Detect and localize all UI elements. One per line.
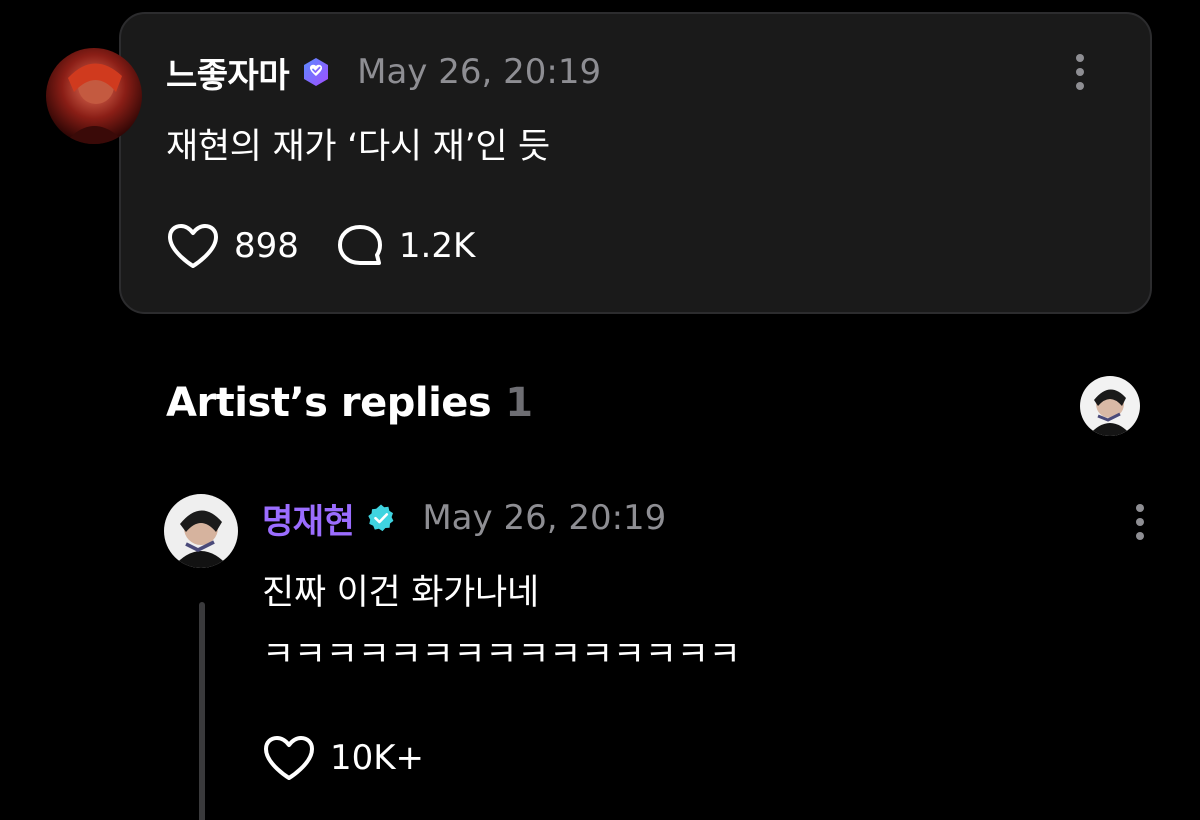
reply-author-avatar[interactable] bbox=[164, 494, 238, 568]
artist-replies-avatar[interactable] bbox=[1080, 376, 1140, 436]
comment-bubble-icon bbox=[337, 225, 382, 265]
artist-replies-title: Artist’s replies bbox=[166, 380, 492, 426]
heart-icon bbox=[168, 224, 218, 268]
reply-thread-line bbox=[199, 602, 205, 820]
reply-text-line-2: ㅋㅋㅋㅋㅋㅋㅋㅋㅋㅋㅋㅋㅋㅋㅋ bbox=[262, 635, 741, 675]
post-username[interactable]: 느좋자마 bbox=[166, 48, 290, 97]
reply-like-button[interactable]: 10K+ bbox=[262, 734, 424, 782]
post-actions: 898 1.2K bbox=[166, 222, 511, 270]
artist-replies-count: 1 bbox=[505, 380, 533, 426]
post-text: 재현의 재가 ‘다시 재’인 듯 bbox=[166, 127, 550, 167]
reply-actions: 10K+ bbox=[262, 734, 460, 782]
reply-like-count: 10K+ bbox=[330, 738, 425, 778]
post-timestamp: May 26, 20:19 bbox=[357, 52, 602, 92]
reply-timestamp: May 26, 20:19 bbox=[422, 498, 667, 538]
post-comment-count: 1.2K bbox=[398, 226, 476, 266]
verified-check-icon bbox=[368, 504, 394, 532]
post-like-button[interactable]: 898 bbox=[166, 222, 299, 270]
reply-header: 명재현 May 26, 20:19 bbox=[262, 494, 667, 543]
verified-badge-icon bbox=[304, 58, 329, 86]
reply-username[interactable]: 명재현 bbox=[262, 494, 355, 543]
reply-more-options-icon[interactable] bbox=[1130, 500, 1150, 544]
reply-text: 진짜 이건 화가나네 ㅋㅋㅋㅋㅋㅋㅋㅋㅋㅋㅋㅋㅋㅋㅋ bbox=[262, 562, 741, 686]
post-like-count: 898 bbox=[234, 226, 299, 266]
reply-text-line-1: 진짜 이건 화가나네 bbox=[262, 573, 539, 613]
post-more-options-icon[interactable] bbox=[1070, 50, 1090, 94]
artist-replies-heading: Artist’s replies 1 bbox=[166, 380, 533, 426]
post-header: 느좋자마 May 26, 20:19 bbox=[166, 48, 602, 97]
post-author-avatar[interactable] bbox=[46, 48, 142, 144]
heart-icon bbox=[264, 736, 314, 780]
post-comment-button[interactable]: 1.2K bbox=[335, 222, 475, 270]
weverse-post-screen: 느좋자마 May 26, 20:19 재현의 재가 ‘다시 재’인 듯 898 bbox=[0, 0, 1200, 820]
